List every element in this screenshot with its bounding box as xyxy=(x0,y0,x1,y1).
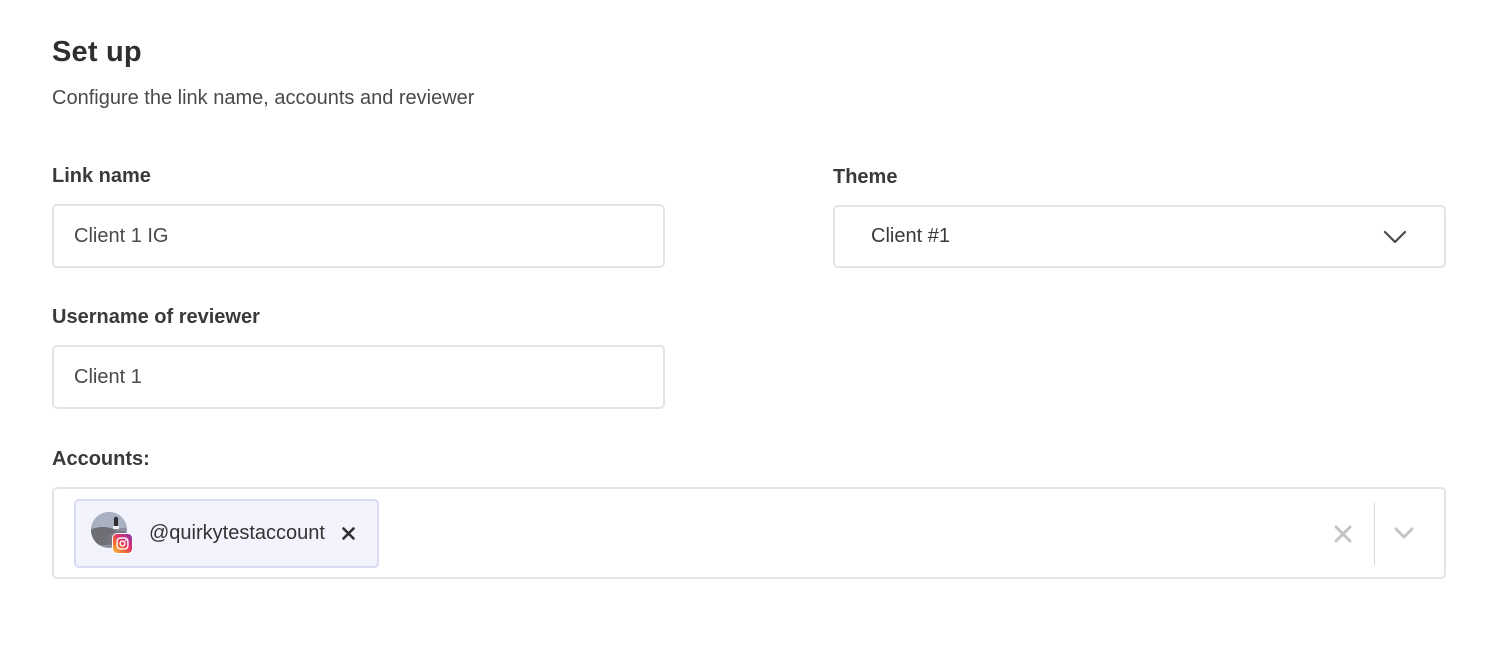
page-subtitle: Configure the link name, accounts and re… xyxy=(52,87,475,109)
theme-selected-value: Client #1 xyxy=(871,225,950,247)
accounts-multiselect[interactable]: @quirkytestaccount xyxy=(52,487,1446,579)
account-handle: @quirkytestaccount xyxy=(149,522,325,544)
page-title: Set up xyxy=(52,36,142,68)
instagram-icon xyxy=(112,532,133,554)
account-avatar-wrapper xyxy=(91,511,135,556)
theme-label: Theme xyxy=(833,166,898,188)
remove-account-close-icon[interactable] xyxy=(339,524,359,544)
accounts-label: Accounts: xyxy=(52,448,150,470)
clear-all-close-icon[interactable] xyxy=(1332,523,1354,545)
reviewer-label: Username of reviewer xyxy=(52,306,260,328)
chevron-down-icon[interactable] xyxy=(1392,521,1416,545)
chevron-down-icon xyxy=(1382,229,1408,245)
link-name-input[interactable] xyxy=(52,204,665,268)
setup-page: Set up Configure the link name, accounts… xyxy=(0,0,1494,648)
reviewer-input[interactable] xyxy=(52,345,665,409)
theme-select[interactable]: Client #1 xyxy=(833,205,1446,268)
account-chip: @quirkytestaccount xyxy=(74,499,379,568)
indicator-separator xyxy=(1374,503,1375,565)
link-name-label: Link name xyxy=(52,165,151,187)
